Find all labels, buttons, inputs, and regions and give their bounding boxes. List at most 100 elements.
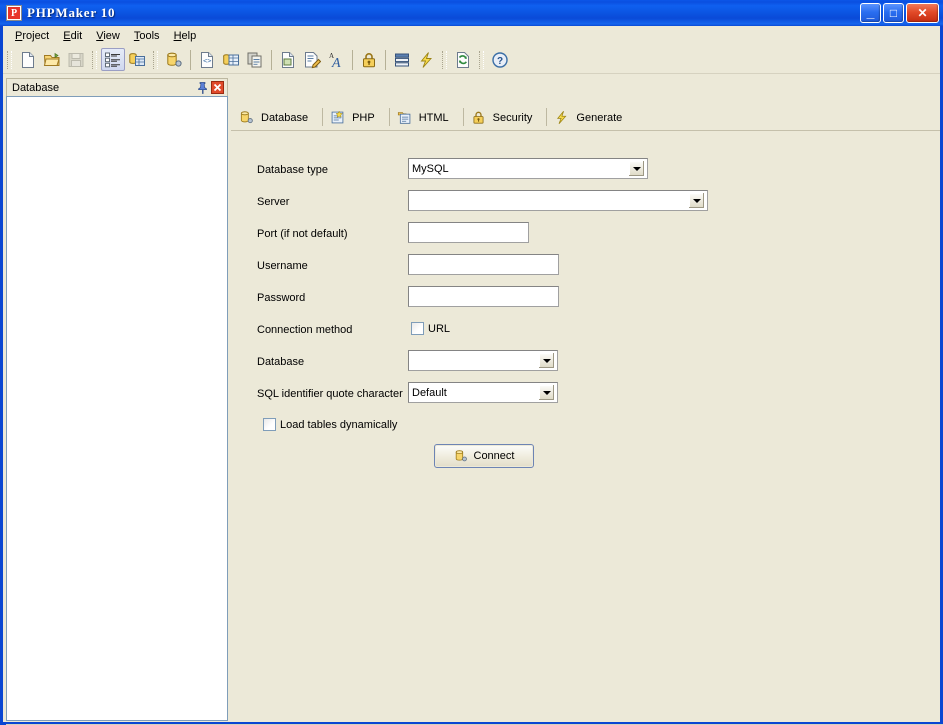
port-input[interactable] [408,222,529,243]
table-settings-button[interactable] [101,48,125,71]
security-button[interactable] [357,48,381,71]
html-page-icon [279,51,297,69]
chevron-down-icon[interactable] [538,352,555,369]
tab-html[interactable]: HTML [389,105,463,130]
menu-help-mnemonic: H [174,30,182,42]
load-tables-checkbox-group[interactable]: Load tables dynamically [263,418,397,431]
connection-method-row: Connection method [257,319,352,340]
quote-character-select[interactable]: Default [408,382,558,403]
php-page-icon: <> [198,51,216,69]
php-icon [330,110,345,125]
menu-tools-label: ools [139,30,159,42]
chevron-down-icon[interactable] [628,160,645,177]
menu-view[interactable]: View [89,28,127,44]
close-icon [211,81,224,94]
password-input[interactable] [408,286,559,307]
connect-button-label: Connect [474,450,515,462]
field-settings-button[interactable] [125,48,149,71]
tab-generate[interactable]: Generate [546,105,636,130]
database-type-row: Database type [257,159,328,180]
username-input[interactable] [408,254,559,275]
menu-help-label: elp [182,30,197,42]
minimize-button[interactable]: _ [860,3,881,23]
load-tables-checkbox[interactable] [263,418,276,431]
new-project-button[interactable] [16,48,40,71]
connection-method-label: Connection method [257,324,352,336]
maximize-button[interactable]: □ [883,3,904,23]
toolbar-grip-4[interactable] [442,51,447,69]
url-checkbox-group[interactable]: URL [411,322,450,335]
server-row: Server [257,191,289,212]
connect-button[interactable]: Connect [434,444,534,468]
tab-php[interactable]: PHP [322,105,389,130]
menu-project[interactable]: Project [8,28,56,44]
database-dock-panel: Database [6,78,228,721]
copy-table-button[interactable] [243,48,267,71]
save-project-button[interactable] [64,48,88,71]
application-window: PHPMaker 10 _ □ ✕ Project Edit View Tool… [0,0,943,725]
maximize-icon: □ [884,4,903,22]
tab-security[interactable]: Security [463,105,547,130]
url-checkbox[interactable] [411,322,424,335]
tab-php-label: PHP [352,112,375,124]
open-project-button[interactable] [40,48,64,71]
html-icon [397,110,412,125]
help-icon: ? [491,51,509,69]
username-row: Username [257,255,308,276]
menu-tools[interactable]: Tools [127,28,167,44]
database-settings-form: Database type MySQL Server Port (if not … [231,131,940,721]
close-button[interactable]: ✕ [906,3,939,23]
new-project-icon [19,51,37,69]
pin-button[interactable] [195,80,210,95]
database-button[interactable] [162,48,186,71]
toolbar-grip-5[interactable] [479,51,484,69]
quote-character-value: Default [409,387,538,399]
dock-panel-title: Database [12,82,195,94]
edit-template-button[interactable] [300,48,324,71]
menu-help[interactable]: Help [167,28,204,44]
toolbar: <> [3,46,940,74]
database-type-value: MySQL [409,163,628,175]
generate-button[interactable] [414,48,438,71]
table-grid-button[interactable] [219,48,243,71]
html-page-button[interactable] [276,48,300,71]
database-type-select[interactable]: MySQL [408,158,648,179]
toolbar-separator-4 [385,50,386,70]
client-area: Project Edit View Tools Help [3,26,940,722]
font-button[interactable]: A A [324,48,348,71]
refresh-button[interactable] [451,48,475,71]
server-select[interactable] [408,190,708,211]
dock-panel-header: Database [6,78,228,96]
toolbar-grip-2[interactable] [92,51,97,69]
svg-text:?: ? [497,56,503,67]
port-row: Port (if not default) [257,223,348,244]
svg-text:<>: <> [203,57,211,65]
database-label: Database [257,356,304,368]
open-folder-icon [43,51,61,69]
toolbar-separator-3 [352,50,353,70]
url-checkbox-label: URL [428,323,450,335]
toolbar-grip[interactable] [7,51,12,69]
report-button[interactable] [390,48,414,71]
database-select[interactable] [408,350,558,371]
title-bar: PHPMaker 10 _ □ ✕ [0,0,943,26]
menu-bar: Project Edit View Tools Help [3,26,940,46]
port-label: Port (if not default) [257,228,348,240]
tab-database[interactable]: Database [231,105,322,130]
php-settings-button[interactable]: <> [195,48,219,71]
table-grid-icon [222,51,240,69]
chevron-down-icon[interactable] [688,192,705,209]
panel-close-button[interactable] [210,80,225,95]
window-controls: _ □ ✕ [860,3,939,23]
database-tree-view[interactable] [6,96,228,721]
menu-edit[interactable]: Edit [56,28,89,44]
toolbar-grip-3[interactable] [153,51,158,69]
close-icon: ✕ [907,4,938,22]
help-button[interactable]: ? [488,48,512,71]
database-row: Database [257,351,304,372]
password-label: Password [257,292,305,304]
app-icon [6,5,22,21]
chevron-down-icon[interactable] [538,384,555,401]
svg-text:A: A [331,56,341,69]
menu-edit-label: dit [71,30,83,42]
